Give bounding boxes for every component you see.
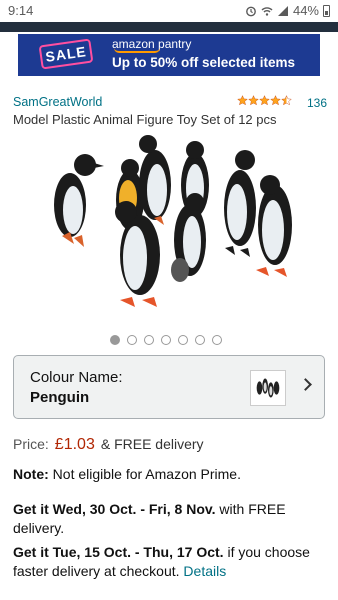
delivery-standard: Get it Wed, 30 Oct. - Fri, 8 Nov. with F… <box>13 500 323 538</box>
delivery-prefix: Get it <box>13 544 53 560</box>
half-star-icon <box>281 95 292 106</box>
alarm-icon <box>246 6 256 16</box>
star-icon <box>270 95 281 106</box>
price-amount: £1.03 <box>54 436 95 453</box>
status-bar: 9:14 44% <box>0 0 338 22</box>
colour-value: Penguin <box>30 389 90 406</box>
colour-label: Colour Name: <box>30 369 123 386</box>
colour-selector[interactable]: Colour Name: Penguin <box>13 355 325 419</box>
image-carousel-dots <box>110 335 222 345</box>
app-header <box>0 22 338 32</box>
star-icon <box>237 95 248 106</box>
carousel-dot[interactable] <box>144 335 154 345</box>
carousel-dot[interactable] <box>195 335 205 345</box>
penguin-figure <box>54 154 104 247</box>
product-title: Model Plastic Animal Figure Toy Set of 1… <box>13 112 277 127</box>
delivery-prefix: Get it <box>13 501 53 517</box>
carousel-dot[interactable] <box>127 335 137 345</box>
carousel-dot[interactable] <box>178 335 188 345</box>
penguin-figure <box>171 193 206 282</box>
status-icons: 44% <box>245 3 330 18</box>
product-image[interactable] <box>30 130 310 320</box>
rating-count[interactable]: 136 <box>307 96 327 110</box>
free-delivery-text: & FREE delivery <box>100 436 204 452</box>
delivery-fast: Get it Tue, 15 Oct. - Thu, 17 Oct. if yo… <box>13 543 328 581</box>
status-time: 9:14 <box>8 3 34 18</box>
signal-icon <box>277 5 288 16</box>
variant-thumbnail <box>250 370 286 406</box>
chevron-right-icon <box>299 378 312 391</box>
price-row: Price: £1.03 & FREE delivery <box>13 436 204 454</box>
rating-stars[interactable] <box>237 95 292 106</box>
star-icon <box>259 95 270 106</box>
sale-tag: SALE <box>38 38 94 70</box>
battery-icon <box>323 4 330 17</box>
amazon-smile-logo <box>114 48 160 53</box>
penguin-figure <box>139 135 171 225</box>
battery-percent: 44% <box>292 3 319 18</box>
details-link[interactable]: Details <box>183 563 226 579</box>
note-label: Note: <box>13 466 49 482</box>
price-label: Price: <box>13 436 49 452</box>
promo-banner[interactable]: SALE amazon pantry Up to 50% off selecte… <box>18 34 320 76</box>
carousel-dot[interactable] <box>110 335 120 345</box>
carousel-dot[interactable] <box>212 335 222 345</box>
penguin-figure <box>224 150 256 257</box>
delivery-dates: Wed, 30 Oct. - Fri, 8 Nov. <box>52 501 216 517</box>
delivery-dates: Tue, 15 Oct. - Thu, 17 Oct. <box>52 544 224 560</box>
carousel-dot[interactable] <box>161 335 171 345</box>
star-icon <box>248 95 259 106</box>
penguin-figure <box>256 175 292 277</box>
banner-offer: Up to 50% off selected items <box>112 55 296 70</box>
note-text: Not eligible for Amazon Prime. <box>52 466 241 482</box>
wifi-icon <box>261 6 273 16</box>
seller-link[interactable]: SamGreatWorld <box>13 95 102 109</box>
prime-note: Note: Not eligible for Amazon Prime. <box>13 466 241 482</box>
